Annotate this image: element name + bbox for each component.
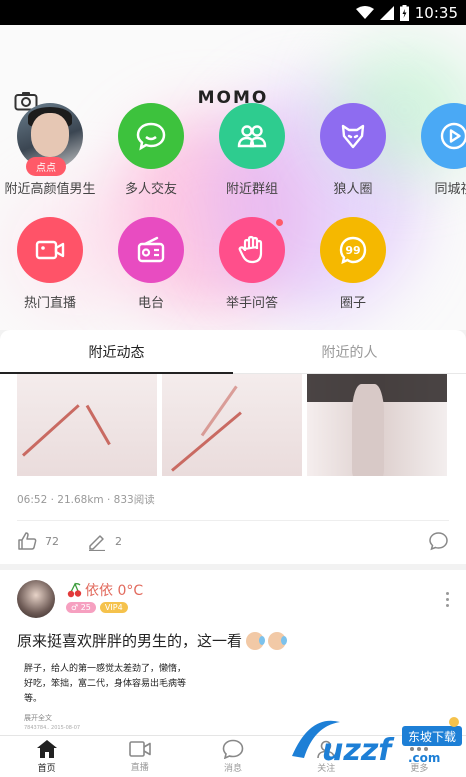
svg-text:99: 99 [345, 244, 360, 257]
feed-photo[interactable] [162, 374, 302, 476]
feed-card[interactable]: 06:52 · 21.68km · 833阅读 72 2 [0, 374, 466, 564]
avatar: 点点 [17, 103, 83, 176]
post-footer: 7843784.. 2015-08-07 [24, 725, 81, 731]
notification-dot [276, 219, 283, 226]
post-title[interactable]: 原来挺喜欢胖胖的男生的，这一看 [17, 630, 288, 651]
status-bar: 10:35 [0, 0, 466, 25]
nav-messages[interactable]: 消息 [186, 736, 279, 777]
cellular-signal-icon [379, 5, 394, 20]
svg-text:东坡下载: 东坡下载 [408, 730, 456, 744]
feed-card[interactable]: 依依 0°C ♂ 25 VIP4 原来挺喜欢胖胖的男生的，这一看 胖子，给人的第… [0, 570, 466, 735]
feed-tabs: 附近动态 附近的人 [0, 330, 466, 374]
shortcut-hot-live[interactable]: 热门直播 [0, 217, 100, 311]
shortcut-label: 狼人圈 [333, 182, 373, 197]
user-tags: ♂ 25 VIP4 [66, 602, 128, 613]
circle-99-icon: 99 [339, 236, 367, 265]
radio-icon [137, 236, 165, 263]
shortcut-label: 热门直播 [23, 296, 76, 311]
diandian-badge: 点点 [26, 157, 66, 176]
feed-photo[interactable] [17, 374, 157, 476]
play-icon [440, 122, 466, 150]
shortcut-nearby-handsome[interactable]: 点点 附近高颜值男生 [0, 103, 100, 197]
discover-header: MOMO 点点 附近高颜值男生 多人交友 附近群组 狼人圈 同城视 [0, 25, 466, 330]
crying-emoji-icon [246, 631, 266, 650]
feed-meta: 06:52 · 21.68km · 833阅读 [17, 494, 155, 506]
wifi-icon [355, 5, 374, 19]
wolf-icon [341, 124, 365, 149]
shortcut-nearby-groups[interactable]: 附近群组 [202, 103, 302, 197]
chat-smile-icon [136, 122, 166, 151]
svg-text:uzzf: uzzf [322, 733, 395, 768]
shortcut-label: 同城视 [434, 182, 466, 197]
shortcut-raise-hand-qa[interactable]: 举手问答 [202, 217, 302, 311]
shortcut-city-video[interactable]: 同城视 [404, 103, 466, 197]
comment-count-button[interactable]: 2 [87, 531, 122, 551]
post-username[interactable]: 依依 0°C [66, 580, 143, 600]
status-time: 10:35 [414, 3, 458, 22]
avatar[interactable] [17, 580, 55, 618]
nav-live[interactable]: 直播 [93, 736, 186, 777]
video-icon [128, 741, 151, 757]
video-camera-icon [35, 240, 65, 260]
more-options-icon[interactable] [446, 592, 450, 610]
thumbs-up-icon [18, 532, 37, 550]
post-distance: 21.68km [57, 494, 104, 506]
home-icon [36, 740, 57, 758]
vip-badge: VIP4 [99, 602, 128, 613]
uzzf-watermark-logo: uzzf 东坡下载 .com [284, 712, 466, 774]
feed-photo[interactable] [307, 374, 447, 476]
battery-icon [399, 4, 409, 21]
shortcut-label: 圈子 [339, 296, 366, 311]
message-icon [222, 739, 244, 759]
pencil-icon [89, 535, 105, 551]
shortcut-multi-friend[interactable]: 多人交友 [101, 103, 201, 197]
shortcut-radio[interactable]: 电台 [101, 217, 201, 311]
nav-home[interactable]: 首页 [0, 736, 93, 777]
shortcut-circles[interactable]: 99 圈子 [303, 217, 403, 311]
shortcut-label: 电台 [137, 296, 164, 311]
group-icon [237, 125, 267, 148]
tab-nearby-people[interactable]: 附近的人 [233, 330, 466, 373]
gender-age-badge: ♂ 25 [66, 602, 96, 613]
comment-count: 2 [115, 534, 122, 548]
cherry-icon [67, 582, 82, 598]
shortcut-label: 举手问答 [225, 296, 278, 311]
shortcut-label: 附近群组 [225, 182, 278, 197]
speech-bubble-icon [429, 532, 448, 551]
like-count: 72 [45, 534, 59, 548]
svg-text:.com: .com [408, 751, 440, 765]
raise-hand-icon [238, 235, 263, 264]
post-time: 06:52 [17, 494, 48, 506]
reply-button[interactable] [428, 531, 449, 551]
post-body: 胖子，给人的第一感觉太差劲了，懒惰， 好吃，笨拙，富二代，身体容易出毛病等 等。 [24, 664, 187, 704]
shortcut-label: 多人交友 [124, 182, 177, 197]
shortcut-werewolf[interactable]: 狼人圈 [303, 103, 403, 197]
like-button[interactable]: 72 [17, 531, 59, 551]
tab-nearby-moments[interactable]: 附近动态 [0, 330, 233, 374]
shortcut-label: 附近高颜值男生 [4, 182, 96, 197]
post-reads: 833阅读 [113, 494, 155, 506]
expand-full-text[interactable]: 展开全文 [24, 713, 52, 723]
crying-emoji-icon [268, 631, 288, 650]
